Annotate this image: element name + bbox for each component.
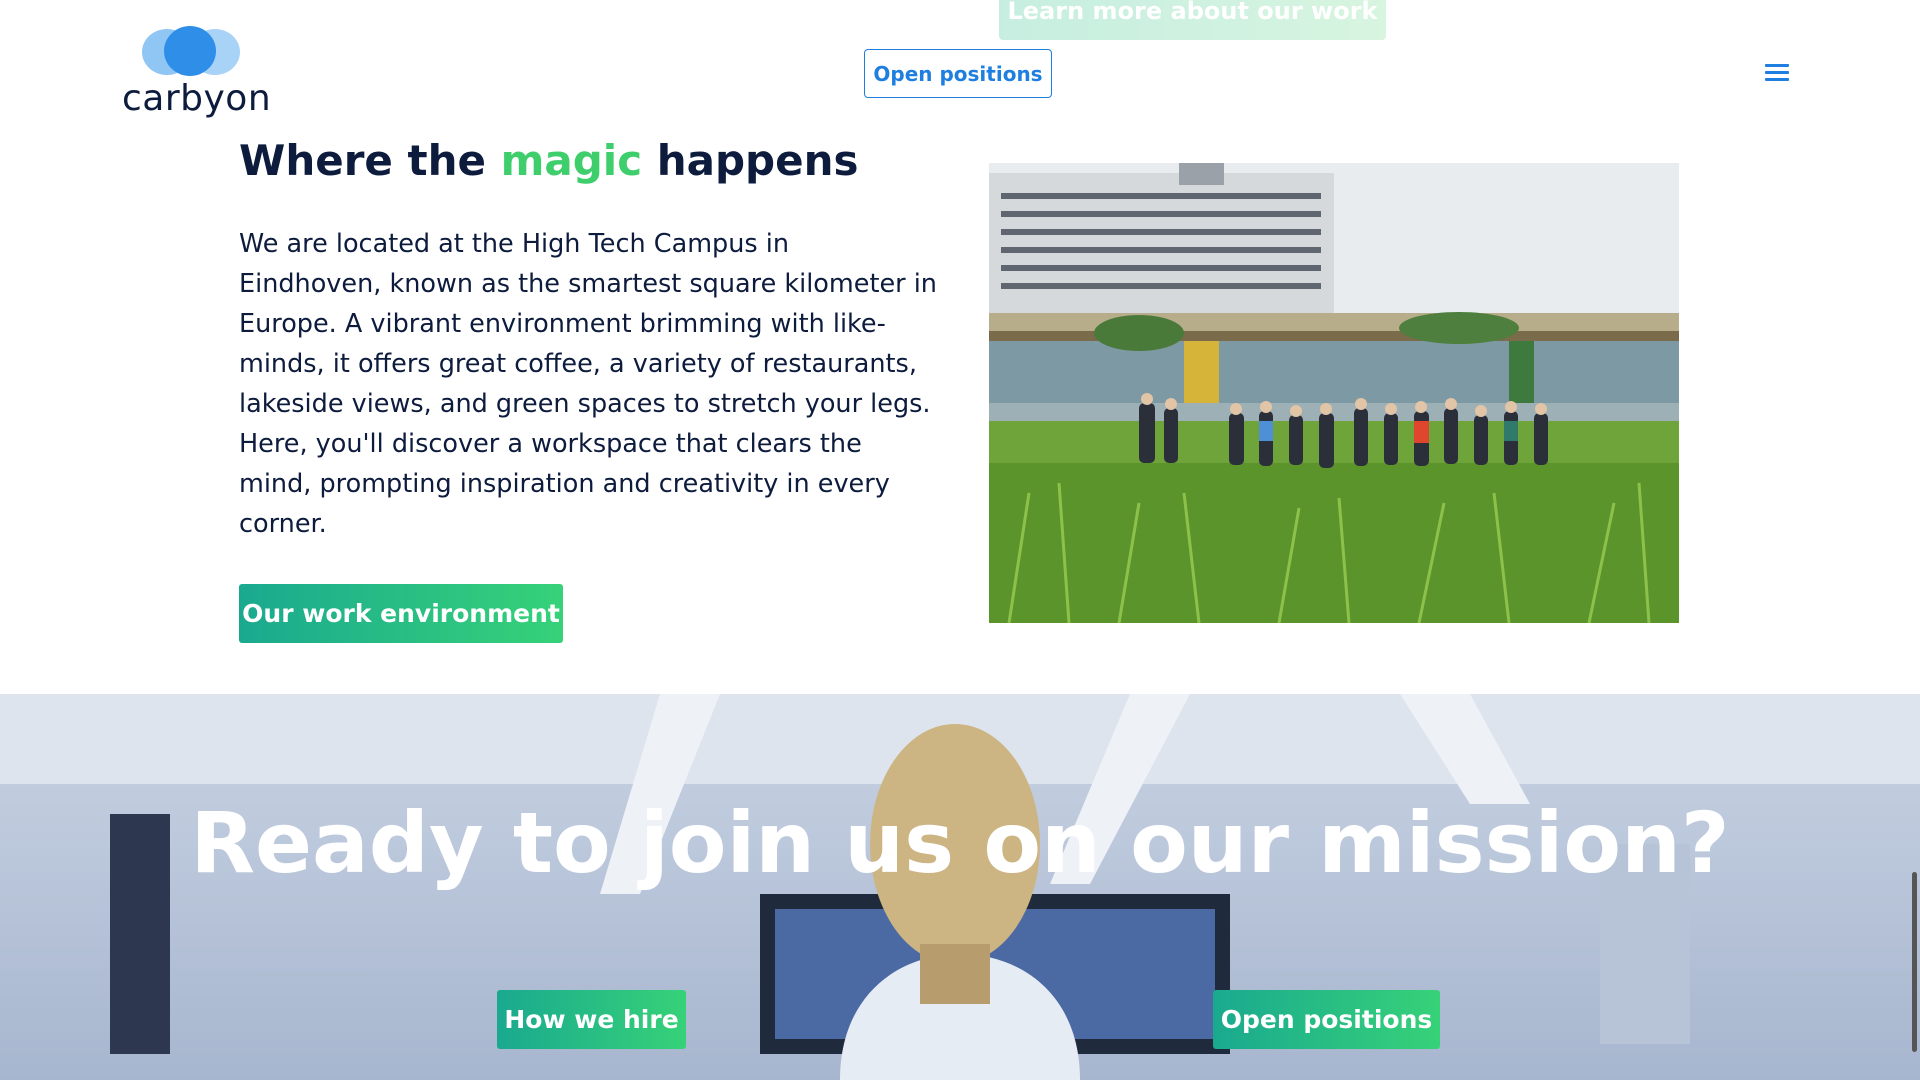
- scrollbar[interactable]: [1912, 872, 1917, 1052]
- header-open-positions-button[interactable]: Open positions: [864, 49, 1052, 98]
- campus-photo: [989, 163, 1679, 623]
- hamburger-menu-icon[interactable]: [1765, 64, 1789, 82]
- cta-heading: Ready to join us on our mission?: [190, 794, 1730, 892]
- cta-section: Ready to join us on our mission? How we …: [0, 694, 1920, 1080]
- heading-accent: magic: [500, 136, 643, 185]
- work-environment-button[interactable]: Our work environment: [239, 584, 563, 643]
- section-heading: Where the magic happens: [239, 136, 858, 185]
- logo-circles-icon: [142, 26, 242, 76]
- carbyon-logo[interactable]: carbyon: [122, 26, 271, 122]
- cta-open-positions-button[interactable]: Open positions: [1213, 990, 1440, 1049]
- heading-text-start: Where the: [239, 136, 501, 185]
- logo-text: carbyon: [122, 78, 272, 119]
- how-we-hire-button[interactable]: How we hire: [497, 990, 686, 1049]
- learn-more-button[interactable]: Learn more about our work: [999, 0, 1386, 40]
- heading-text-end: happens: [642, 136, 859, 185]
- campus-description: We are located at the High Tech Campus i…: [239, 229, 937, 539]
